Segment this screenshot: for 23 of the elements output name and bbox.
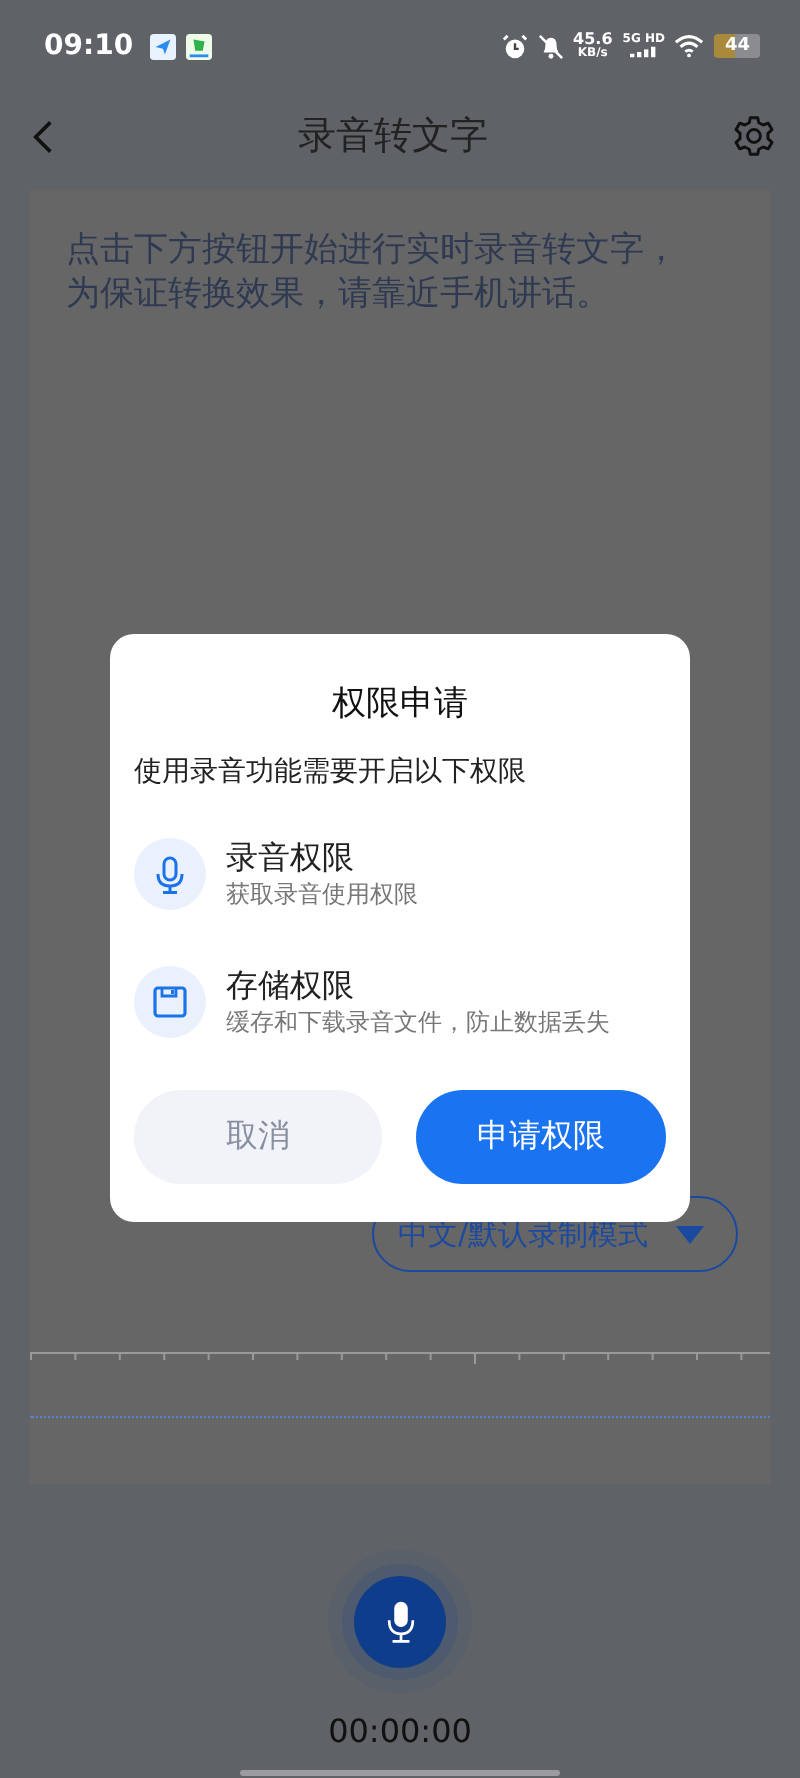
app-notification-icon: [185, 33, 212, 59]
status-time: 09:10: [44, 30, 134, 62]
dialog-message: 使用录音功能需要开启以下权限: [134, 754, 528, 790]
request-permission-button[interactable]: 申请权限: [416, 1090, 666, 1184]
cancel-button[interactable]: 取消: [134, 1090, 382, 1184]
permission-description: 缓存和下载录音文件，防止数据丢失: [226, 1006, 610, 1038]
app-notification-icon: [149, 33, 176, 59]
signal-icon: [629, 46, 658, 58]
dropdown-caret-icon: [676, 1225, 704, 1243]
back-icon[interactable]: [32, 117, 54, 155]
permission-description: 获取录音使用权限: [226, 878, 418, 910]
recording-timer: 00:00:00: [328, 1712, 472, 1750]
permission-title: 录音权限: [226, 838, 356, 878]
network-speed: 45.6: [573, 32, 613, 48]
settings-icon[interactable]: [732, 114, 776, 158]
bell-off-icon: [537, 33, 564, 59]
record-button[interactable]: [354, 1576, 446, 1668]
wifi-icon: [674, 34, 705, 58]
page-title: 录音转文字: [298, 112, 488, 162]
microphone-icon: [383, 1600, 417, 1644]
dialog-title: 权限申请: [330, 682, 470, 726]
alarm-icon: [501, 33, 528, 59]
permission-title: 存储权限: [226, 966, 356, 1006]
